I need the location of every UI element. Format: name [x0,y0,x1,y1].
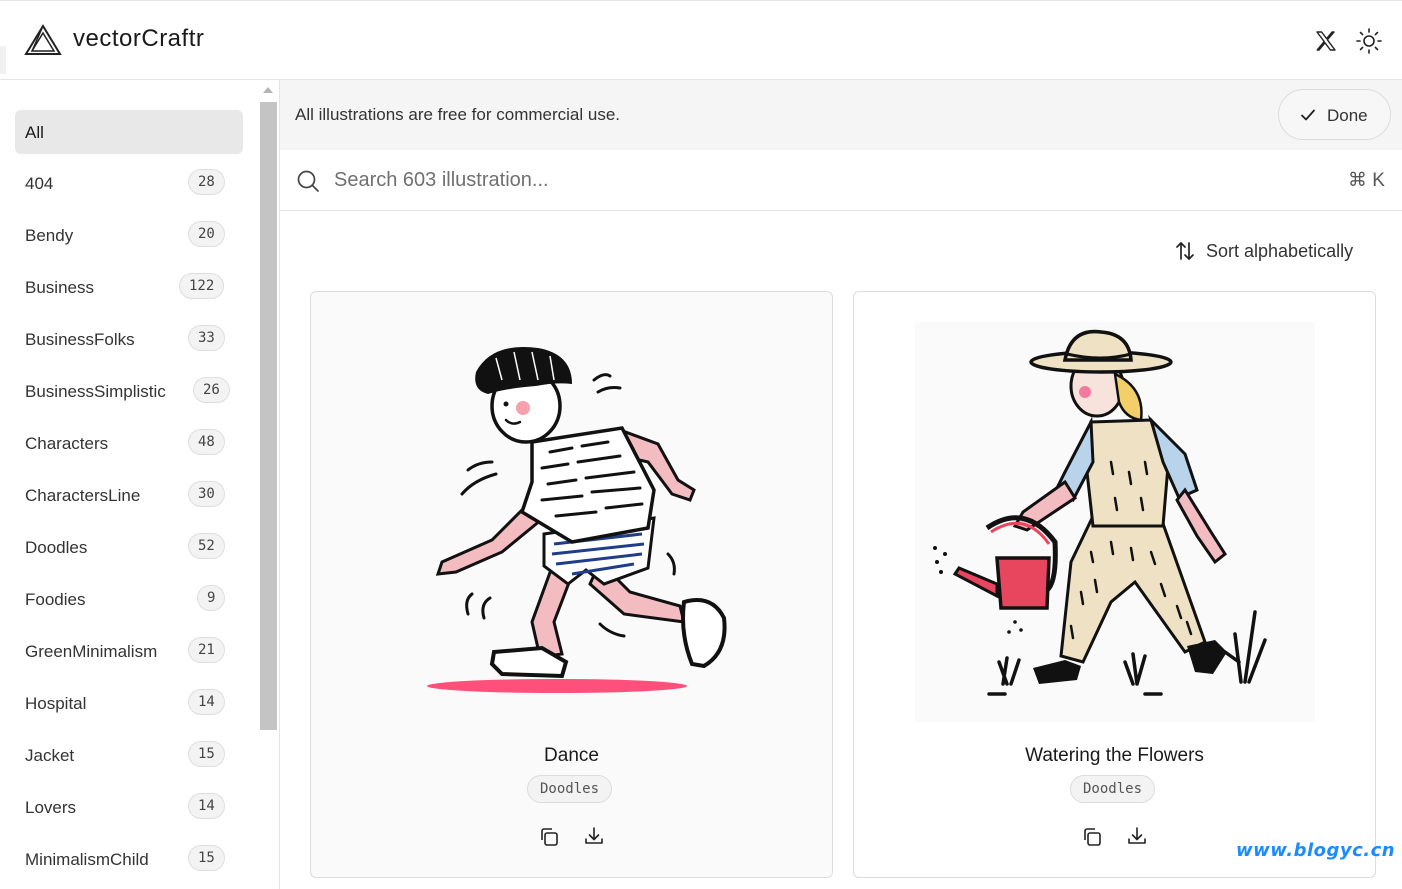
sidebar-item-label: Lovers [25,798,77,817]
search-bar: ⌘ K [280,150,1402,211]
count-badge: 28 [188,169,225,195]
done-button[interactable]: Done [1278,89,1391,140]
sidebar-item-business[interactable]: Business 122 [15,265,243,309]
sidebar-item-businesssimplistic[interactable]: BusinessSimplistic 26 [15,369,243,413]
x-icon[interactable] [1314,29,1338,53]
sidebar-item-characters[interactable]: Characters 48 [15,421,243,465]
count-badge: 33 [188,325,225,351]
sidebar-item-doodles[interactable]: Doodles 52 [15,525,243,569]
copy-icon[interactable] [1081,826,1103,848]
count-badge: 21 [188,637,225,663]
triangle-logo-icon[interactable] [24,23,62,57]
watering-flowers-illustration[interactable] [915,322,1315,722]
sort-arrows-icon [1176,242,1194,260]
sort-label: Sort alphabetically [1206,241,1354,261]
card-title: Dance [544,745,599,766]
search-input[interactable] [334,164,1234,196]
sidebar-item-404[interactable]: 404 28 [15,161,243,205]
sidebar-item-label: Business [25,278,94,297]
top-bar: vectorCraftr [0,0,1402,80]
download-icon[interactable] [583,825,605,847]
sidebar-item-label: BusinessSimplistic [25,382,166,401]
sun-icon[interactable] [1355,27,1383,55]
sidebar-item-label: Hospital [25,694,87,713]
count-badge: 30 [188,481,225,507]
sidebar-item-label: 404 [25,174,54,193]
download-icon[interactable] [1126,825,1148,847]
illustration-card[interactable]: Dance Doodles [310,291,833,878]
sidebar-item-label: All [25,123,44,142]
keyboard-shortcut: ⌘ K [1348,170,1385,191]
sidebar-item-label: BusinessFolks [25,330,135,349]
sidebar-item-charactersline[interactable]: CharactersLine 30 [15,473,243,517]
count-badge: 15 [188,845,225,871]
sidebar-item-foodies[interactable]: Foodies 9 [15,577,243,621]
app-title[interactable]: vectorCraftr [73,25,204,53]
card-title: Watering the Flowers [1025,745,1204,766]
illustration-card[interactable]: Watering the Flowers Doodles [853,291,1376,878]
check-icon [1301,109,1315,121]
sidebar-item-greenminimalism[interactable]: GreenMinimalism 21 [15,629,243,673]
sidebar-scrollbar[interactable] [260,102,277,730]
notice-text: All illustrations are free for commercia… [295,105,621,124]
count-badge: 9 [197,585,226,611]
count-badge: 26 [193,377,230,403]
sidebar-item-label: Characters [25,434,109,453]
sidebar-item-bendy[interactable]: Bendy 20 [15,213,243,257]
sidebar-item-label: MinimalismChild [25,850,149,869]
sidebar-item-label: Bendy [25,226,74,245]
sidebar-item-businessfolks[interactable]: BusinessFolks 33 [15,317,243,361]
search-icon [297,170,319,192]
sidebar-item-label: Jacket [25,746,75,765]
sidebar-item-label: Doodles [25,538,88,557]
scroll-up-arrow[interactable] [263,87,273,93]
sidebar-item-label: CharactersLine [25,486,141,505]
sidebar-item-hospital[interactable]: Hospital 14 [15,681,243,725]
copy-icon[interactable] [538,826,560,848]
sidebar-item-lovers[interactable]: Lovers 14 [15,785,243,829]
count-badge: 20 [188,221,225,247]
sidebar-item-all[interactable]: All [15,110,243,154]
count-badge: 122 [179,273,225,299]
sidebar-item-label: Foodies [25,590,86,609]
count-badge: 48 [188,429,225,455]
watermark: www.blogyc.cn [1236,840,1396,861]
count-badge: 15 [188,741,225,767]
edge-marker [0,46,6,74]
dance-illustration[interactable] [372,322,772,722]
sidebar-item-label: GreenMinimalism [25,642,158,661]
sidebar-item-jacket[interactable]: Jacket 15 [15,733,243,777]
count-badge: 52 [188,533,225,559]
count-badge: 14 [188,689,225,715]
category-tag[interactable]: Doodles [1070,775,1156,803]
license-notice: All illustrations are free for commercia… [280,80,1402,150]
category-sidebar: All 404 28 Bendy 20 Business 122 BusinessFo… [0,80,280,889]
sidebar-item-minimalismchild[interactable]: MinimalismChild 15 [15,837,243,881]
count-badge: 14 [188,793,225,819]
category-tag[interactable]: Doodles [527,775,613,803]
done-label: Done [1327,106,1368,125]
